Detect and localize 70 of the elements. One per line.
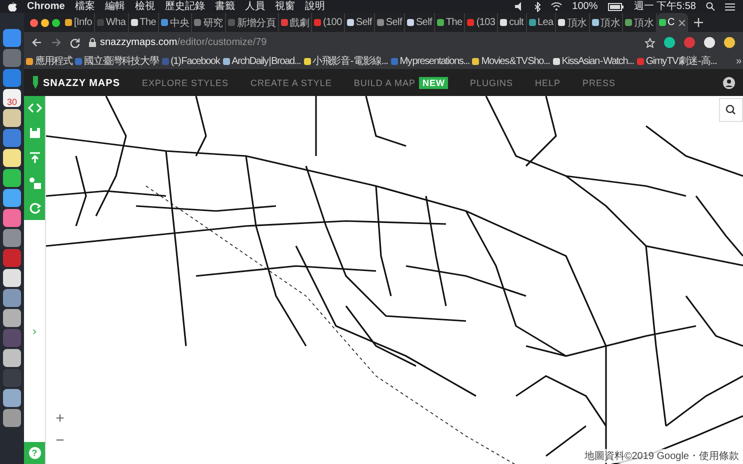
- menu-item[interactable]: 編輯: [104, 0, 125, 12]
- dock-app-icon[interactable]: [3, 189, 21, 207]
- dock-app-icon[interactable]: [3, 389, 21, 407]
- profile-avatar-icon[interactable]: [704, 37, 715, 48]
- menu-item[interactable]: 歷史記錄: [164, 0, 205, 12]
- menu-item[interactable]: 說明: [304, 0, 325, 12]
- dock-app-icon[interactable]: [3, 269, 21, 287]
- site-logo[interactable]: SNAZZY MAPS: [43, 78, 120, 88]
- map-pin-icon: [32, 76, 39, 90]
- menu-item[interactable]: 人員: [244, 0, 265, 12]
- map-attribution: 地圖資料©2019 Google・使用條款: [584, 449, 739, 463]
- url-text: snazzymaps.com/editor/customize/79: [100, 37, 267, 48]
- new-tab-icon[interactable]: [694, 18, 704, 27]
- menu-item[interactable]: 檢視: [134, 0, 155, 12]
- dock-app-icon[interactable]: [3, 209, 21, 227]
- dock-app-icon[interactable]: [3, 169, 21, 187]
- reload-icon[interactable]: [70, 38, 80, 48]
- dock-app-icon[interactable]: [3, 289, 21, 307]
- nav-link[interactable]: HELP: [534, 78, 560, 88]
- bookmark-link[interactable]: 應用程式: [26, 54, 72, 68]
- bookmark-link[interactable]: Gimy TV 劇迷 - 高...: [636, 54, 717, 68]
- close-window-icon[interactable]: [30, 18, 38, 26]
- menu-item[interactable]: 視窗: [274, 0, 295, 12]
- nav-link[interactable]: EXPLORE STYLES: [142, 78, 229, 88]
- nav-link[interactable]: CREATE A STYLE: [250, 78, 332, 88]
- browser-tab[interactable]: C: [656, 13, 688, 32]
- search-icon[interactable]: [719, 98, 743, 122]
- bookmark-link[interactable]: ArchDaily | Broad...: [222, 56, 301, 66]
- star-icon[interactable]: [645, 38, 655, 48]
- close-tab-icon[interactable]: [679, 20, 686, 26]
- nav-link[interactable]: PLUGINS: [470, 78, 513, 88]
- search-icon[interactable]: [706, 2, 715, 11]
- clock[interactable]: 週一 下午5:58: [634, 0, 696, 12]
- menu-item[interactable]: 檔案: [74, 0, 95, 12]
- app-menu[interactable]: Chrome: [27, 0, 65, 12]
- apple-icon[interactable]: [8, 2, 17, 12]
- bookmark-link[interactable]: 小飛影音 - 電影線...: [304, 54, 388, 68]
- bookmark-link[interactable]: My presentations...: [390, 56, 470, 66]
- forward-icon[interactable]: [51, 38, 61, 47]
- image-icon[interactable]: [26, 175, 42, 191]
- dock-app-icon[interactable]: 30: [3, 89, 21, 107]
- dock-app-icon[interactable]: [3, 109, 21, 127]
- dock-app-icon[interactable]: [3, 229, 21, 247]
- nav-link[interactable]: PRESS: [582, 78, 616, 88]
- new-badge: NEW: [419, 77, 448, 89]
- extension-icon[interactable]: [664, 37, 675, 48]
- minimize-window-icon[interactable]: [41, 18, 49, 26]
- bookmark-link[interactable]: KissAsian - Watch...: [552, 56, 634, 66]
- dock-app-icon[interactable]: [3, 149, 21, 167]
- lock-icon: [89, 38, 96, 47]
- wifi-icon[interactable]: [551, 2, 562, 11]
- dock-app-icon[interactable]: [3, 409, 21, 427]
- back-icon[interactable]: [32, 38, 42, 47]
- dock-app-icon[interactable]: [3, 349, 21, 367]
- dock-app-icon[interactable]: [3, 309, 21, 327]
- list-icon[interactable]: [725, 2, 735, 10]
- menu-item[interactable]: 書籤: [214, 0, 235, 12]
- more-bookmarks-button[interactable]: »: [736, 56, 741, 66]
- bookmark-link[interactable]: (1) Facebook: [162, 56, 220, 66]
- road-map-drawing[interactable]: [46, 96, 743, 464]
- user-account-icon[interactable]: [723, 77, 735, 89]
- maximize-window-icon[interactable]: [52, 18, 60, 26]
- extension-icon[interactable]: [684, 37, 695, 48]
- bluetooth-icon[interactable]: [535, 2, 542, 12]
- battery-percent: 100%: [572, 0, 598, 12]
- nav-link[interactable]: BUILD A MAP: [354, 78, 416, 88]
- bookmark-link[interactable]: 國立臺灣科技大學: [75, 54, 159, 68]
- battery-icon[interactable]: [608, 2, 624, 10]
- profile-avatar-icon[interactable]: [724, 37, 735, 48]
- bookmark-link[interactable]: Movies & TV Sho...: [472, 56, 550, 66]
